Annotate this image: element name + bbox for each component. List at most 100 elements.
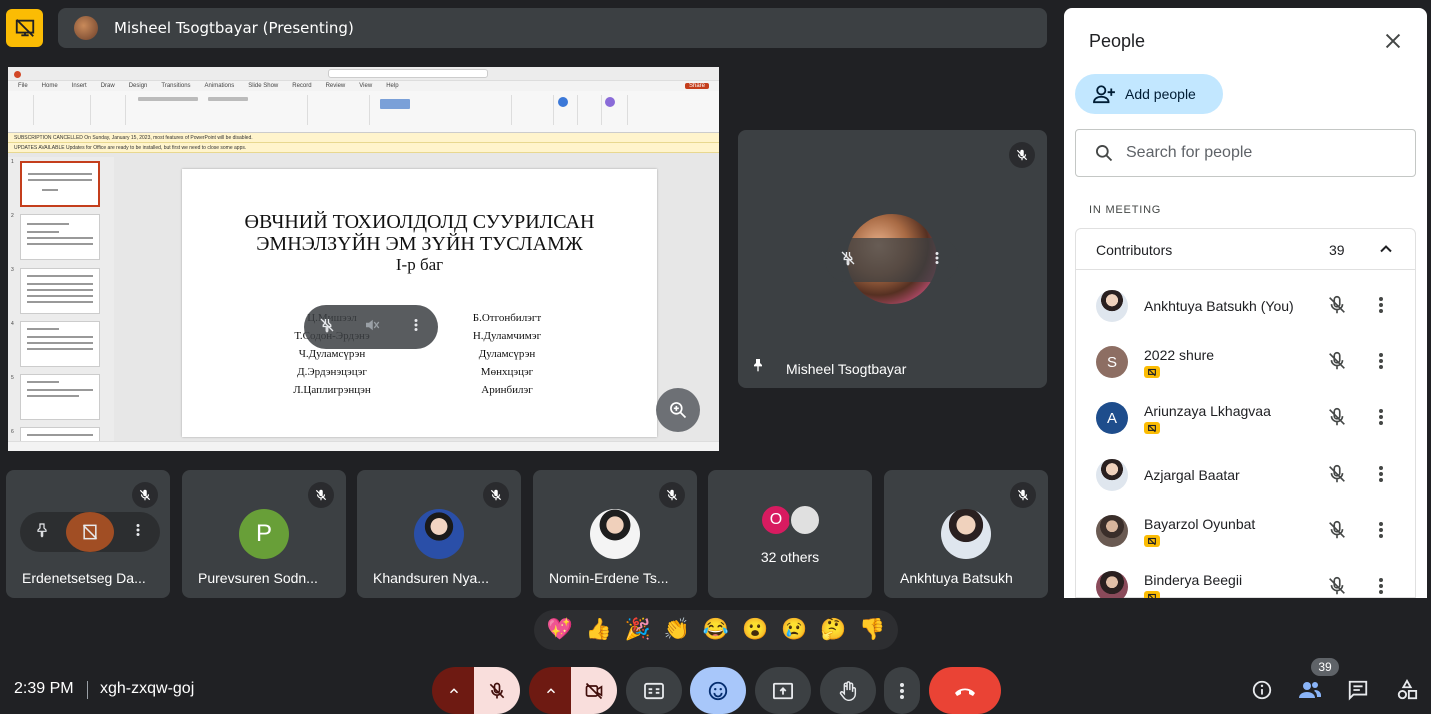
list-item[interactable]: S 2022 shure [1076,334,1415,390]
more-options-icon[interactable] [130,521,146,544]
avatar [590,509,640,559]
more-options-icon[interactable] [1378,521,1384,544]
participant-tile[interactable]: Erdenetsetseg Da... [6,470,170,598]
list-item[interactable]: A Ariunzaya Lkhagvaa [1076,390,1415,446]
add-people-button[interactable]: Add people [1075,74,1223,114]
volume-off-icon[interactable] [363,316,381,339]
info-icon [1252,680,1272,700]
more-options-icon[interactable] [1378,577,1384,598]
participant-tile[interactable]: Ankhtuya Batsukh [884,470,1048,598]
activities-button[interactable] [1395,678,1419,702]
avatar: P [239,509,289,559]
reaction-surprised[interactable]: 😮 [742,618,768,642]
presenting-banner: Misheel Tsogtbayar (Presenting) [58,8,1047,48]
mic-off-icon [483,482,509,508]
present-button[interactable] [755,667,811,714]
zoom-in-button[interactable] [656,388,700,432]
pin-off-icon[interactable] [318,316,336,339]
participant-name: Binderya Beegii [1144,572,1243,588]
raise-hand-button[interactable] [820,667,876,714]
meeting-time: 2:39 PM [14,680,74,697]
list-item[interactable]: Binderya Beegii [1076,559,1415,598]
reaction-thinking[interactable]: 🤔 [820,618,846,642]
people-button[interactable] [1298,678,1322,702]
pin-icon [750,356,766,379]
others-count: 32 others [760,549,820,565]
audio-settings-button[interactable] [432,667,476,714]
app-titlebar [8,67,719,81]
search-icon [1096,145,1113,162]
participant-tile[interactable]: P Purevsuren Sodn... [182,470,346,598]
more-options-icon[interactable] [1378,352,1384,375]
presentation-icon[interactable] [6,9,43,47]
contributors-header[interactable]: Contributors 39 [1076,229,1415,270]
participant-name: 2022 shure [1144,347,1215,363]
app-menu: File Home Insert Draw Design Transitions Anima… [8,81,719,91]
people-count-badge: 39 [1311,658,1339,676]
chevron-up-icon[interactable] [1376,239,1396,264]
hand-icon [839,680,857,701]
names-right: Б.Отгонбилэгт Н.Дуламчимэг Дуламсүрэн Мөнхц… [472,312,542,396]
list-item[interactable]: Ankhtuya Batsukh (You) [1076,278,1415,334]
reaction-party[interactable]: 🎉 [625,618,651,642]
mic-off-icon[interactable] [1326,406,1348,433]
avatar [789,504,821,536]
video-settings-button[interactable] [529,667,573,714]
microphone-button[interactable] [474,667,520,714]
reactions-button[interactable] [690,667,746,714]
tile-controls [20,512,160,552]
app-ribbon [8,91,719,133]
participant-tile[interactable]: Nomin-Erdene Ts... [533,470,697,598]
more-options-icon[interactable] [1378,296,1384,319]
leave-call-button[interactable] [929,667,1001,714]
people-icon [1299,682,1321,698]
others-tile[interactable]: O 32 others [708,470,872,598]
more-options-button[interactable] [884,667,920,714]
more-options-icon[interactable] [1378,408,1384,431]
mic-off-icon[interactable] [1326,294,1348,321]
reaction-thumbs-down[interactable]: 👎 [859,618,885,642]
avatar [941,509,991,559]
meeting-details-button[interactable] [1250,678,1274,702]
mic-off-icon[interactable] [1326,575,1348,598]
captions-button[interactable] [626,667,682,714]
pin-icon[interactable] [34,521,50,544]
reaction-clap[interactable]: 👏 [664,618,690,642]
presenter-tile[interactable]: Misheel Tsogtbayar [738,130,1047,388]
participant-name: Misheel Tsogtbayar [786,361,907,377]
app-statusbar [8,441,719,451]
slide-subtitle: I-р баг [395,255,444,274]
group-count: 39 [1329,242,1345,258]
mic-off-icon[interactable] [1326,463,1348,490]
people-search[interactable] [1075,129,1416,177]
reaction-laugh[interactable]: 😂 [703,618,729,642]
reaction-thumbs-up[interactable]: 👍 [586,618,612,642]
more-options-icon[interactable] [929,249,945,272]
panel-title: People [1089,31,1146,51]
participant-tile[interactable]: Khandsuren Nya... [357,470,521,598]
emoji-icon [708,681,728,700]
mic-off-icon[interactable] [1326,519,1348,546]
reaction-sparkling-heart[interactable]: 💖 [546,618,572,642]
mic-off-icon[interactable] [1326,350,1348,377]
mic-off-icon [659,482,685,508]
avatar [414,509,464,559]
camera-button[interactable] [571,667,617,714]
search-input[interactable] [1126,144,1386,162]
hang-up-icon [955,688,975,696]
more-options-icon[interactable] [1378,465,1384,488]
reactions-bar: 💖 👍 🎉 👏 😂 😮 😢 🤔 👎 [534,610,898,650]
present-screen-icon [773,682,793,699]
list-item[interactable]: Bayarzol Oyunbat [1076,503,1415,559]
close-icon[interactable] [1382,30,1404,57]
remove-from-frame-icon[interactable] [66,512,114,552]
mic-off-icon [132,482,158,508]
more-options-icon[interactable] [408,316,424,339]
slide-thumbnails: 1 2 3 4 5 6 [8,157,114,451]
presenting-badge-icon [1144,366,1160,378]
list-item[interactable]: Azjargal Baatar [1076,447,1415,503]
reaction-cry[interactable]: 😢 [781,618,807,642]
pin-off-icon[interactable] [839,249,857,272]
chat-button[interactable] [1346,678,1370,702]
participant-name: Purevsuren Sodn... [198,570,318,586]
